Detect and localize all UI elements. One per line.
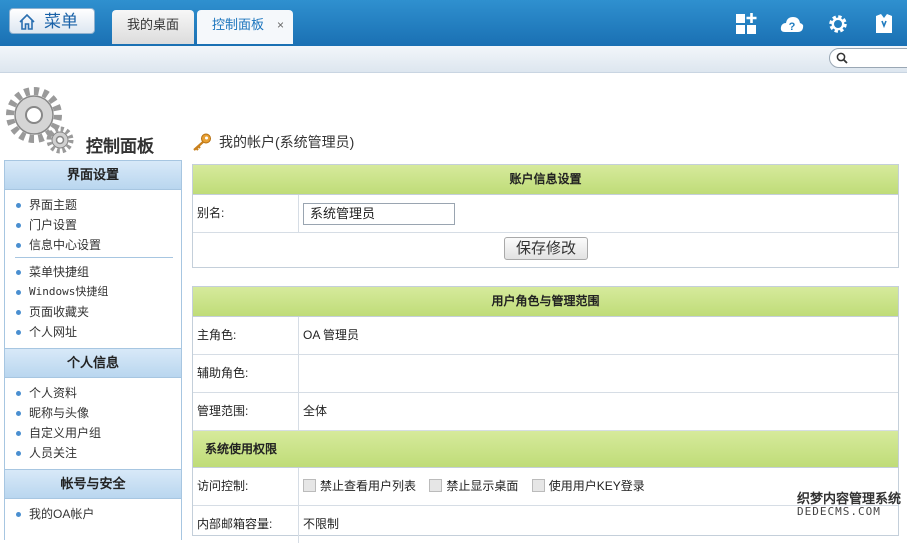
- access-options: 禁止查看用户列表 禁止显示桌面 使用用户KEY登录: [303, 468, 655, 505]
- checkbox[interactable]: [429, 479, 443, 492]
- sidebar-item-theme[interactable]: 界面主题: [15, 195, 181, 215]
- page-title-text: 我的帐户(系统管理员): [219, 134, 355, 150]
- sidebar-item-favorites[interactable]: 页面收藏夹: [15, 302, 181, 322]
- checkbox-label: 禁止查看用户列表: [320, 479, 417, 493]
- checkbox-label: 使用用户KEY登录: [548, 479, 645, 493]
- sidebar-list: 菜单快捷组 Windows快捷组 页面收藏夹 个人网址: [5, 260, 181, 348]
- menu-button[interactable]: 菜单: [9, 8, 95, 34]
- main-role-label: 主角色:: [193, 317, 299, 354]
- sidebar-list: 个人资料 昵称与头像 自定义用户组 人员关注: [5, 378, 181, 469]
- mailbox-label: 内部邮箱容量:: [193, 506, 299, 543]
- save-row: 保存修改: [193, 233, 898, 267]
- watermark-domain: DEDECMS.COM: [797, 505, 881, 518]
- access-control-row: 访问控制: 禁止查看用户列表 禁止显示桌面 使用用户KEY登录: [193, 468, 898, 506]
- aux-role-row: 辅助角色:: [193, 355, 898, 393]
- alias-row: 别名: 系统管理员: [193, 195, 898, 233]
- help-cloud-icon[interactable]: ?: [780, 12, 804, 36]
- sidebar: 界面设置 界面主题 门户设置 信息中心设置 菜单快捷组 Windows快捷组 页…: [4, 160, 182, 540]
- sidebar-title: 控制面板: [86, 137, 154, 156]
- close-icon[interactable]: ×: [277, 10, 284, 40]
- sidebar-item-personal-url[interactable]: 个人网址: [15, 322, 181, 342]
- sidebar-item-custom-group[interactable]: 自定义用户组: [15, 423, 181, 443]
- sidebar-item-oa-account[interactable]: 我的OA帐户: [15, 504, 181, 524]
- save-button[interactable]: 保存修改: [504, 237, 588, 260]
- top-bar: 菜单 我的桌面 控制面板 × ?: [0, 0, 907, 46]
- mailbox-value: 不限制: [303, 517, 340, 531]
- key-icon: [193, 133, 211, 151]
- toolbar: [0, 46, 907, 73]
- scope-value: 全体: [303, 404, 328, 418]
- panel-header: 用户角色与管理范围: [193, 287, 898, 317]
- tab-label: 我的桌面: [126, 17, 179, 32]
- sidebar-section-header[interactable]: 个人信息: [5, 348, 181, 378]
- main-role-row: 主角色: OA 管理员: [193, 317, 898, 355]
- logout-icon[interactable]: [872, 12, 896, 36]
- sidebar-item-menu-shortcut[interactable]: 菜单快捷组: [15, 262, 181, 282]
- role-scope-panel: 用户角色与管理范围 主角色: OA 管理员 辅助角色: 管理范围: 全体 系统使…: [192, 286, 899, 543]
- panel-header: 账户信息设置: [193, 165, 898, 195]
- sidebar-item-info-center[interactable]: 信息中心设置: [15, 235, 181, 255]
- tab-label: 控制面板: [212, 17, 265, 32]
- scope-row: 管理范围: 全体: [193, 393, 898, 431]
- permissions-header: 系统使用权限: [193, 431, 898, 468]
- mailbox-row: 内部邮箱容量: 不限制: [193, 506, 898, 543]
- sidebar-list: 我的OA帐户: [5, 499, 181, 530]
- page-title: 我的帐户(系统管理员): [192, 132, 354, 152]
- sidebar-section-header[interactable]: 帐号与安全: [5, 469, 181, 499]
- checkbox[interactable]: [531, 479, 545, 492]
- search-icon: [836, 52, 848, 64]
- aux-role-label: 辅助角色:: [193, 355, 299, 392]
- tab-control-panel[interactable]: 控制面板 ×: [197, 10, 293, 44]
- gear-icon[interactable]: [826, 12, 850, 36]
- sidebar-item-windows-shortcut[interactable]: Windows快捷组: [15, 282, 181, 302]
- account-settings-panel: 账户信息设置 别名: 系统管理员 保存修改: [192, 164, 899, 268]
- sidebar-item-follow[interactable]: 人员关注: [15, 443, 181, 463]
- sidebar-item-profile[interactable]: 个人资料: [15, 383, 181, 403]
- add-widget-icon[interactable]: [734, 12, 758, 36]
- home-icon: [19, 13, 35, 30]
- sidebar-divider: [15, 257, 173, 258]
- checkbox-label: 禁止显示桌面: [446, 479, 519, 493]
- sidebar-list: 界面主题 门户设置 信息中心设置: [5, 190, 181, 261]
- sidebar-item-portal[interactable]: 门户设置: [15, 215, 181, 235]
- sidebar-section-header[interactable]: 界面设置: [5, 161, 181, 190]
- alias-field[interactable]: 系统管理员: [303, 203, 455, 225]
- access-control-label: 访问控制:: [193, 468, 299, 505]
- checkbox[interactable]: [303, 479, 316, 492]
- alias-label: 别名:: [193, 195, 299, 232]
- svg-text:?: ?: [789, 21, 796, 33]
- sidebar-item-nickname-avatar[interactable]: 昵称与头像: [15, 403, 181, 423]
- menu-label: 菜单: [44, 12, 78, 31]
- scope-label: 管理范围:: [193, 393, 299, 430]
- main-role-value: OA 管理员: [303, 328, 360, 342]
- search-input[interactable]: [829, 48, 907, 68]
- tab-my-desktop[interactable]: 我的桌面: [112, 10, 194, 44]
